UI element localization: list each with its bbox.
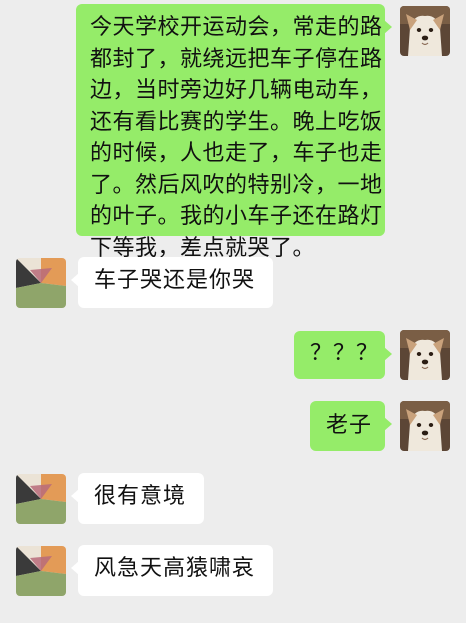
message-line: 还有看比赛的学生。晚上吃饭 <box>90 109 383 135</box>
contact-avatar[interactable] <box>16 474 66 524</box>
message-line: 都封了，就绕远把车子停在路 <box>90 46 383 72</box>
message-bubble-incoming[interactable]: 风急天高猿啸哀 <box>70 545 274 596</box>
message-bubble-incoming[interactable]: 很有意境 <box>70 473 205 524</box>
message-bubble-outgoing[interactable]: 今天学校开运动会，常走的路 都封了，就绕远把车子停在路 边，当时旁边好几辆电动车… <box>76 4 392 261</box>
message-bubble-outgoing[interactable]: ？？？ <box>294 331 392 379</box>
dog-avatar[interactable] <box>400 6 450 56</box>
dog-photo-icon <box>400 401 450 451</box>
dog-photo-icon <box>400 330 450 380</box>
message-text: ？？？ <box>310 341 380 366</box>
message-line: 的叶子。我的小车子还在路灯 <box>90 204 383 229</box>
message-line: 的时候，人也走了，车子也走 <box>90 141 383 166</box>
contact-avatar[interactable] <box>16 258 66 308</box>
message-text: 车子哭还是你哭 <box>94 268 256 293</box>
abstract-avatar-icon <box>16 474 66 524</box>
dog-avatar[interactable] <box>400 330 450 380</box>
dog-avatar[interactable] <box>400 401 450 451</box>
message-line: 了。然后风吹的特别冷，一地 <box>90 172 383 198</box>
message-bubble-outgoing[interactable]: 老子 <box>310 401 392 451</box>
message-line: 边，当时旁边好几辆电动车， <box>90 78 383 103</box>
message-text: 老子 <box>326 413 373 438</box>
chat-message-list[interactable]: 今天学校开运动会，常走的路 都封了，就绕远把车子停在路 边，当时旁边好几辆电动车… <box>0 0 466 623</box>
dog-photo-icon <box>400 6 450 56</box>
abstract-avatar-icon <box>16 546 66 596</box>
message-text: 很有意境 <box>94 484 187 509</box>
contact-avatar[interactable] <box>16 546 66 596</box>
message-bubble-incoming[interactable]: 车子哭还是你哭 <box>70 257 274 308</box>
message-text: 风急天高猿啸哀 <box>94 556 256 581</box>
abstract-avatar-icon <box>16 258 66 308</box>
message-line: 今天学校开运动会，常走的路 <box>90 15 383 40</box>
